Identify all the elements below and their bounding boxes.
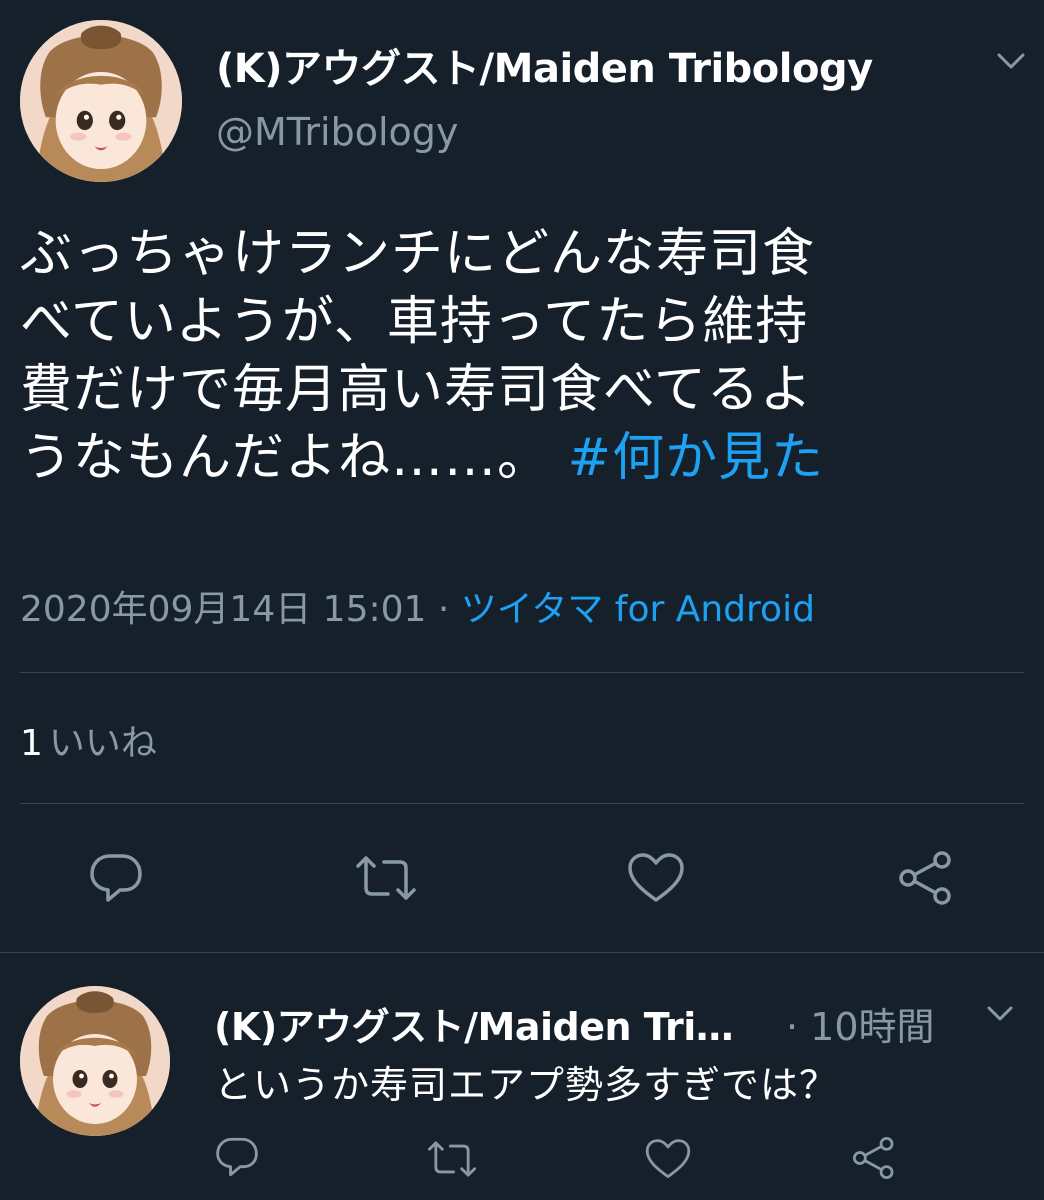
reply-retweet-button[interactable] <box>426 1138 478 1180</box>
tweet-text: ぶっちゃけランチにどんな寿司食 べていようが、車持ってたら維持 費だけで毎月高い… <box>20 220 1020 492</box>
reply-icon <box>216 1137 258 1177</box>
client-link[interactable]: ツイタマ for Android <box>461 589 815 630</box>
tweet-text-line: べていようが、車持ってたら維持 <box>20 292 809 352</box>
share-icon <box>852 1136 894 1180</box>
tweet-text-line: うなもんだよね……。 #何か見た <box>20 424 1020 492</box>
tweet-detail-screen: (K)アウグスト/Maiden Tribology @MTribology ぶっ… <box>0 0 1044 1200</box>
chevron-down-icon <box>987 1006 1013 1021</box>
avatar-image <box>20 986 170 1136</box>
more-options-button[interactable] <box>996 50 1026 72</box>
divider <box>20 672 1024 673</box>
reply-icon <box>90 854 142 902</box>
tweet-text-tail: うなもんだよね……。 <box>20 428 551 488</box>
reply-like-button[interactable] <box>644 1138 692 1180</box>
share-button[interactable] <box>896 850 956 906</box>
reply-share-button[interactable] <box>850 1136 898 1180</box>
like-button[interactable] <box>626 852 686 904</box>
likes-count: 1 <box>20 723 43 764</box>
heart-icon <box>645 1139 691 1179</box>
author-handle[interactable]: @MTribology <box>216 110 458 154</box>
reply-reply-button[interactable] <box>214 1136 260 1178</box>
reply-avatar[interactable] <box>20 986 170 1136</box>
chevron-down-icon <box>997 53 1025 69</box>
hashtag-link[interactable]: #何か見た <box>568 428 825 488</box>
heart-icon <box>628 853 684 902</box>
tweet-text-line: ぶっちゃけランチにどんな寿司食 <box>20 224 816 284</box>
timestamp[interactable]: 2020年09月14日 15:01 <box>20 589 426 630</box>
divider <box>20 803 1024 804</box>
likes-summary[interactable]: 1 いいね <box>20 714 157 766</box>
divider <box>0 952 1044 953</box>
avatar[interactable] <box>20 20 182 182</box>
reply-author-name[interactable]: (K)アウグスト/Maiden Tri… <box>214 996 734 1051</box>
reply-text: というか寿司エアプ勢多すぎでは？ <box>214 1063 839 1107</box>
reply-button[interactable] <box>88 852 144 904</box>
share-icon <box>899 851 951 905</box>
tweet-text-line: 費だけで毎月高い寿司食べてるよ <box>20 360 813 420</box>
retweet-icon <box>356 856 416 900</box>
reply-time: · 10時間 <box>786 1005 935 1049</box>
meta-separator: · <box>437 589 450 630</box>
retweet-button[interactable] <box>354 852 418 904</box>
tweet-meta: 2020年09月14日 15:01 · ツイタマ for Android <box>20 580 815 632</box>
likes-label: いいね <box>48 723 157 764</box>
avatar-image <box>20 20 182 182</box>
author-name[interactable]: (K)アウグスト/Maiden Tribology <box>216 36 873 94</box>
reply-more-options-button[interactable] <box>986 1004 1014 1024</box>
retweet-icon <box>427 1141 477 1177</box>
